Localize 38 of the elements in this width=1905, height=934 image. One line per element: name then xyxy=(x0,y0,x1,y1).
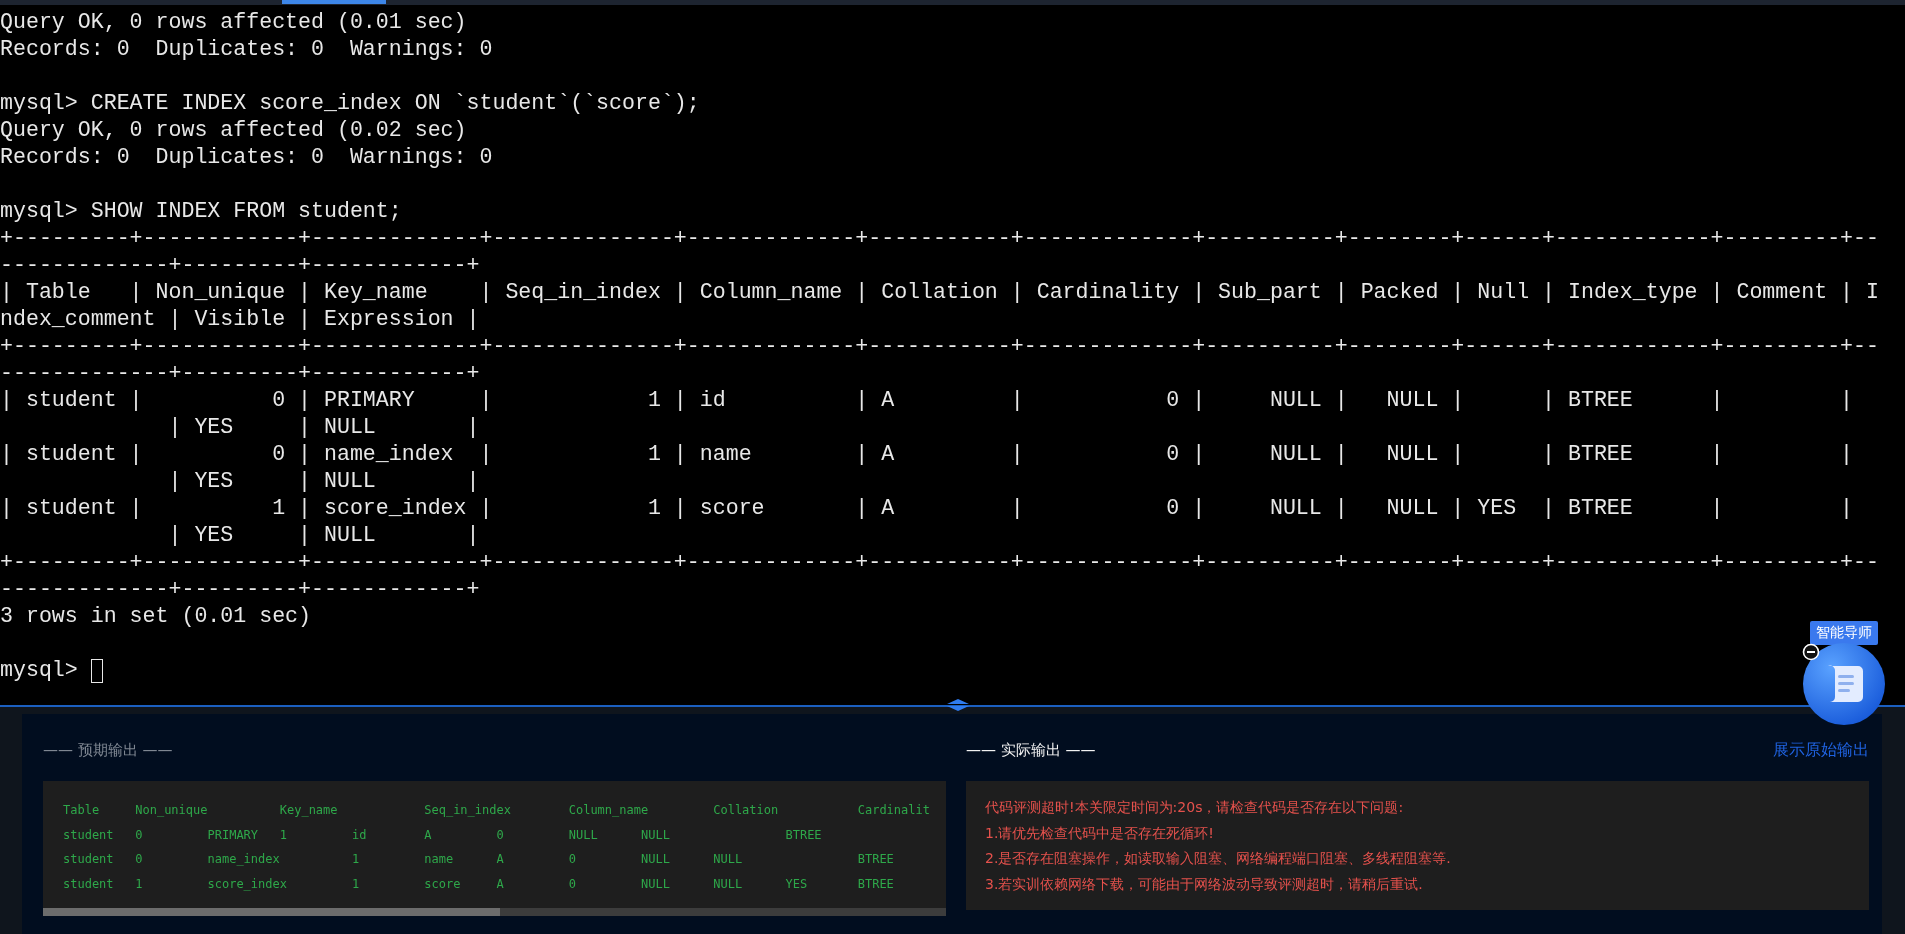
show-raw-output-link[interactable]: 展示原始输出 xyxy=(1773,739,1869,761)
terminal-line: +---------+------------+-------------+--------------+-------------+-----------+-------------+----------+--------+------+------------+---------+-- xyxy=(0,333,1880,360)
terminal-line: | student | 0 | PRIMARY | 1 | id | A | 0 | NULL | NULL | | BTREE | | xyxy=(0,387,1855,414)
text-cursor xyxy=(90,658,103,683)
terminal-line: Records: 0 Duplicates: 0 Warnings: 0 xyxy=(0,36,494,63)
terminal-line: -------------+---------+------------+ xyxy=(0,576,481,603)
terminal-line: mysql> CREATE INDEX score_index ON `student`(`score`); xyxy=(0,90,701,117)
terminal-line: 3 rows in set (0.01 sec) xyxy=(0,603,312,630)
terminal-line: -------------+---------+------------+ xyxy=(0,252,481,279)
assistant-label[interactable]: 智能导师 xyxy=(1810,621,1878,645)
terminal-line: Records: 0 Duplicates: 0 Warnings: 0 xyxy=(0,144,494,171)
minimize-icon[interactable] xyxy=(1802,643,1820,661)
terminal-line: -------------+---------+------------+ xyxy=(0,360,481,387)
terminal-line: Query OK, 0 rows affected (0.02 sec) xyxy=(0,117,468,144)
terminal-line: | Table | Non_unique | Key_name | Seq_in_index | Column_name | Collation | Cardinality | Sub_part | Packed | Null | Index_type | Comment | I xyxy=(0,279,1880,306)
output-line: student 1 score_index 1 score A 0 NULL NULL YES BTREE xyxy=(63,876,895,894)
error-message-line: 3.若实训依赖网络下载，可能由于网络波动导致评测超时，请稍后重试. xyxy=(985,874,1424,894)
terminal-line: | YES | NULL | xyxy=(167,468,481,495)
terminal-line: mysql> SHOW INDEX FROM student; xyxy=(0,198,403,225)
error-message-line: 2.是否存在阻塞操作，如读取输入阻塞、网络编程端口阻塞、多线程阻塞等. xyxy=(985,849,1452,868)
terminal-line: | YES | NULL | xyxy=(167,522,481,549)
terminal-line: ndex_comment | Visible | Expression | xyxy=(0,306,481,333)
expected-output-title: —— 预期输出 —— xyxy=(43,740,173,760)
output-line: student 0 name_index 1 name A 0 NULL NULL BTREE xyxy=(63,851,895,869)
terminal-line: | student | 0 | name_index | 1 | name | A | 0 | NULL | NULL | | BTREE | | xyxy=(0,441,1855,468)
actual-output-title: —— 实际输出 —— xyxy=(966,740,1096,760)
error-message-line: 1.请优先检查代码中是否存在死循环! xyxy=(985,823,1215,843)
terminal-line: Query OK, 0 rows affected (0.01 sec) xyxy=(0,9,468,36)
terminal-prompt: mysql> xyxy=(0,657,78,684)
terminal-line: | student | 1 | score_index | 1 | score | A | 0 | NULL | NULL | YES | BTREE | | xyxy=(0,495,1855,522)
error-message-line: 代码评测超时!本关限定时间为:20s，请检查代码是否存在以下问题: xyxy=(985,798,1405,817)
terminal-line: +---------+------------+-------------+--------------+-------------+-----------+-------------+----------+--------+------+------------+---------+-- xyxy=(0,225,1880,252)
terminal-line: +---------+------------+-------------+--------------+-------------+-----------+-------------+----------+--------+------+------------+---------+-- xyxy=(0,549,1880,576)
scroll-icon[interactable] xyxy=(1802,642,1886,726)
output-line: student 0 PRIMARY 1 id A 0 NULL NULL BTREE xyxy=(63,826,823,844)
terminal-line: | YES | NULL | xyxy=(167,414,481,441)
double-caret-icon[interactable] xyxy=(945,698,971,712)
scrollbar[interactable] xyxy=(43,908,946,916)
